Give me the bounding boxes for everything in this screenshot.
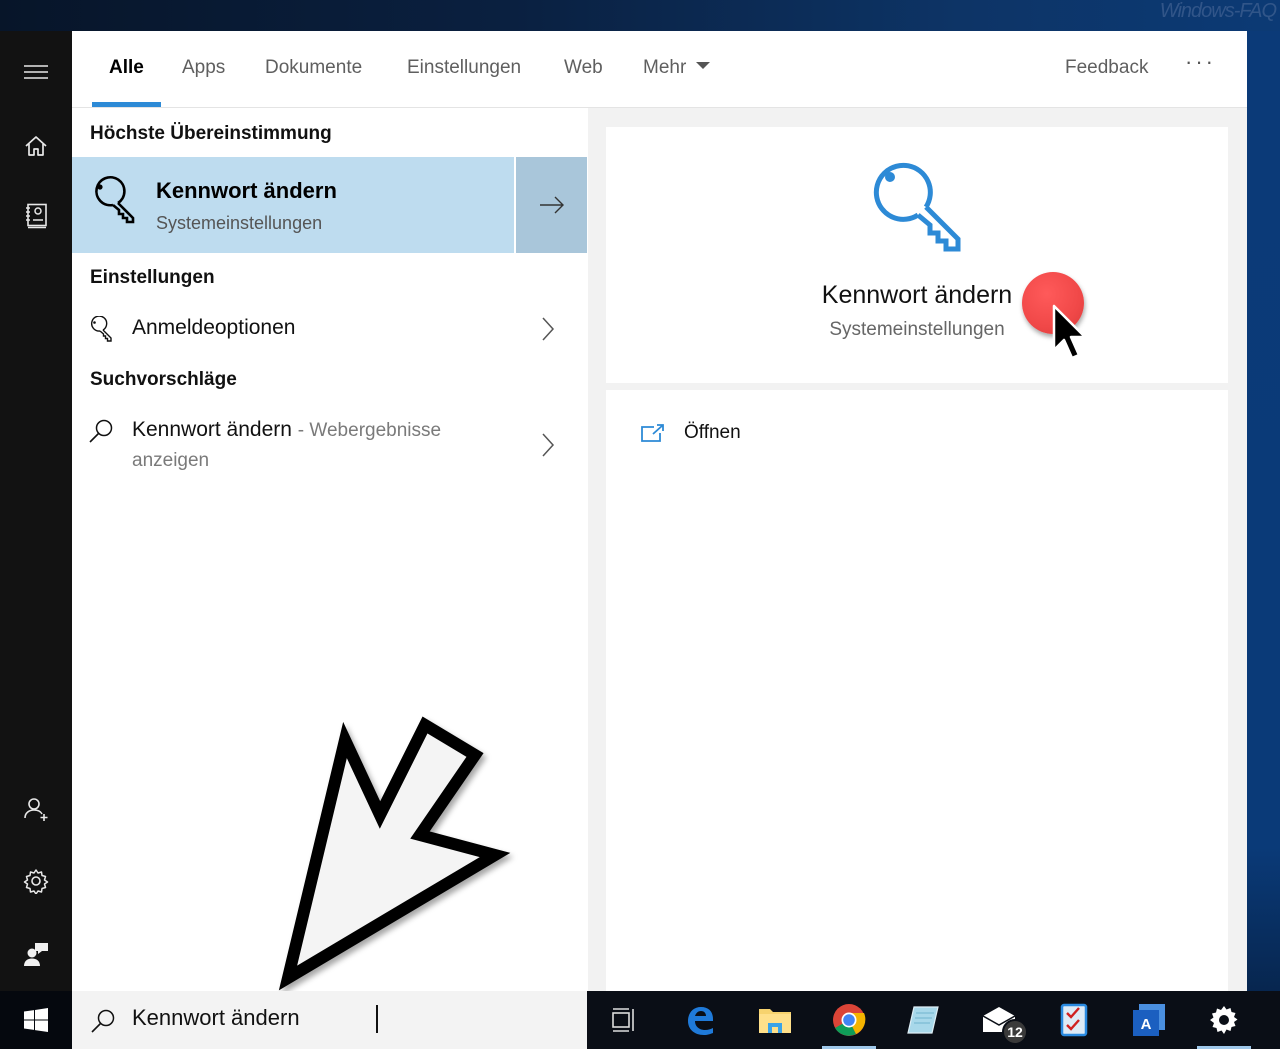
notepad-icon bbox=[907, 1006, 939, 1034]
edge-icon bbox=[688, 1007, 713, 1035]
caret-down-icon bbox=[696, 62, 711, 69]
desktop-background-right bbox=[1247, 31, 1280, 991]
gear-icon bbox=[1210, 1006, 1238, 1034]
open-action-button[interactable]: Öffnen bbox=[640, 418, 741, 448]
tab-mehr-label: Mehr bbox=[643, 57, 687, 78]
gear-icon bbox=[23, 869, 49, 894]
cortana-rail bbox=[0, 31, 72, 991]
key-icon bbox=[91, 316, 112, 342]
open-external-icon bbox=[641, 424, 664, 442]
best-match-subtitle: Systemeinstellungen bbox=[156, 213, 323, 233]
more-options-button[interactable]: ··· bbox=[1185, 49, 1216, 75]
home-icon bbox=[25, 136, 47, 156]
tab-alle[interactable]: Alle bbox=[109, 57, 144, 79]
preview-subtitle: Systemeinstellungen bbox=[829, 319, 1005, 340]
hamburger-menu-button[interactable] bbox=[0, 44, 72, 100]
account-button[interactable] bbox=[0, 781, 72, 837]
arrow-right-icon bbox=[539, 196, 564, 214]
add-user-icon bbox=[24, 798, 48, 821]
tab-web[interactable]: Web bbox=[564, 57, 603, 79]
taskbar-chrome[interactable] bbox=[812, 991, 886, 1049]
settings-button[interactable] bbox=[0, 853, 72, 909]
suggestion-title: Kennwort ändern - Webergebnisse bbox=[132, 418, 441, 442]
suggestions-heading: Suchvorschläge bbox=[90, 369, 237, 390]
menu-icon bbox=[24, 65, 48, 79]
taskbar-checklist[interactable] bbox=[1037, 991, 1111, 1049]
folder-icon bbox=[759, 1009, 791, 1033]
taskbar-settings[interactable] bbox=[1187, 991, 1261, 1049]
acronis-icon: A bbox=[1133, 1004, 1165, 1036]
key-icon bbox=[873, 162, 961, 252]
suggestion-query: Kennwort ändern bbox=[132, 418, 292, 441]
suggestion-suffix: - Webergebnisse bbox=[297, 420, 442, 441]
search-icon bbox=[89, 419, 113, 443]
chevron-right-icon bbox=[542, 433, 555, 457]
key-icon bbox=[95, 175, 135, 224]
task-view-icon bbox=[612, 1008, 634, 1032]
taskbar-search-box[interactable]: Kennwort ändern bbox=[72, 991, 587, 1049]
annotation-arrow-icon bbox=[278, 716, 511, 991]
open-action-label: Öffnen bbox=[684, 422, 741, 443]
taskbar-mail[interactable]: 12 bbox=[962, 991, 1036, 1049]
best-match-title: Kennwort ändern bbox=[156, 178, 337, 203]
feedback-link[interactable]: Feedback bbox=[1065, 57, 1148, 79]
desktop-background-top: Windows-FAQ bbox=[0, 0, 1280, 31]
tab-dokumente[interactable]: Dokumente bbox=[265, 57, 362, 79]
preview-actions: Öffnen bbox=[606, 390, 1228, 991]
search-panel: Alle Apps Dokumente Einstellungen Web Me… bbox=[72, 31, 1247, 991]
chrome-icon bbox=[833, 1004, 866, 1036]
search-icon bbox=[91, 1009, 115, 1033]
best-match-item[interactable]: Kennwort ändern Systemeinstellungen bbox=[72, 157, 514, 253]
mouse-cursor-icon bbox=[1052, 304, 1087, 360]
preview-title: Kennwort ändern bbox=[821, 281, 1013, 309]
settings-heading: Einstellungen bbox=[90, 267, 215, 288]
open-preview-button[interactable] bbox=[516, 157, 587, 253]
taskbar-acronis[interactable]: A bbox=[1112, 991, 1186, 1049]
svg-text:A: A bbox=[1141, 1016, 1152, 1033]
search-input[interactable]: Kennwort ändern bbox=[132, 1005, 572, 1031]
settings-item-title: Anmeldeoptionen bbox=[132, 316, 296, 339]
watermark: Windows-FAQ bbox=[1159, 0, 1277, 22]
feedback-person-icon bbox=[24, 943, 48, 966]
checklist-icon bbox=[1060, 1003, 1088, 1037]
mail-unread-badge: 12 bbox=[1002, 1019, 1028, 1045]
tab-mehr[interactable]: Mehr bbox=[643, 57, 711, 79]
feedback-button[interactable] bbox=[0, 926, 72, 982]
best-match-heading: Höchste Übereinstimmung bbox=[90, 123, 332, 144]
filter-tabs: Alle Apps Dokumente Einstellungen Web Me… bbox=[72, 31, 1247, 108]
suggestion-subtitle: anzeigen bbox=[132, 450, 210, 471]
settings-item-anmeldeoptionen[interactable]: Anmeldeoptionen bbox=[72, 304, 588, 354]
taskbar-edge[interactable] bbox=[663, 991, 737, 1049]
notebook-button[interactable] bbox=[0, 188, 72, 244]
taskbar-file-explorer[interactable] bbox=[738, 991, 812, 1049]
active-tab-indicator bbox=[92, 102, 161, 107]
start-button[interactable] bbox=[0, 991, 72, 1049]
notebook-icon bbox=[26, 203, 47, 229]
chevron-right-icon bbox=[542, 317, 555, 341]
tab-einstellungen[interactable]: Einstellungen bbox=[407, 57, 521, 79]
preview-header: Kennwort ändern Systemeinstellungen bbox=[606, 127, 1228, 383]
taskbar-notepad[interactable] bbox=[886, 991, 960, 1049]
tab-apps[interactable]: Apps bbox=[182, 57, 225, 79]
taskbar-task-view[interactable] bbox=[587, 991, 661, 1049]
home-button[interactable] bbox=[0, 118, 72, 174]
windows-logo-icon bbox=[24, 1008, 48, 1032]
suggestion-item[interactable]: Kennwort ändern - Webergebnisse anzeigen bbox=[72, 406, 588, 478]
text-caret bbox=[376, 1005, 378, 1033]
